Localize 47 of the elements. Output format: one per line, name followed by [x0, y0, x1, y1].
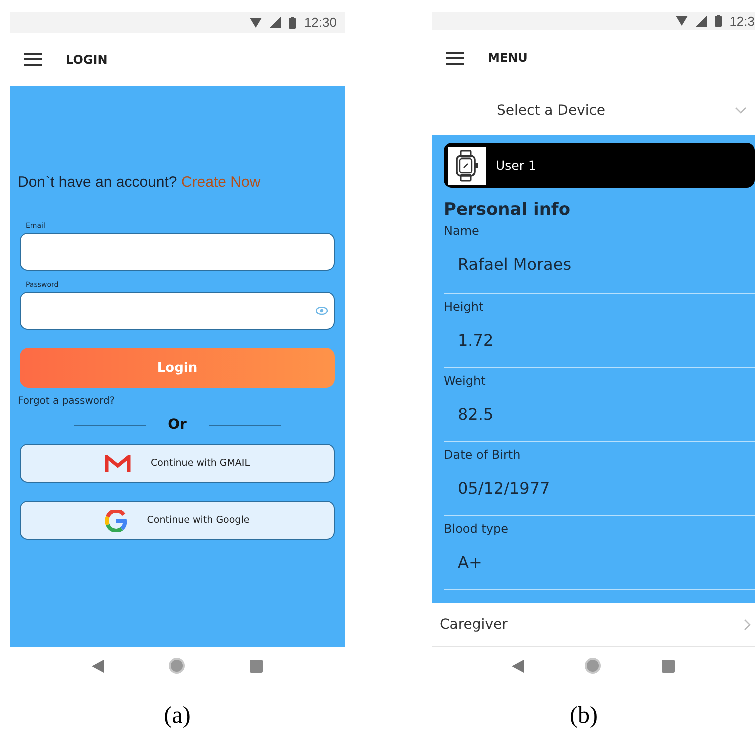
recents-icon[interactable] [662, 660, 675, 672]
app-bar-title: LOGIN [66, 52, 108, 66]
menu-icon[interactable] [446, 52, 464, 64]
device-name: User 1 [496, 158, 536, 173]
field-label: Height [444, 300, 485, 314]
email-field[interactable] [20, 233, 335, 271]
recents-icon[interactable] [250, 660, 263, 672]
chevron-right-icon [744, 618, 751, 630]
caregiver-item[interactable]: Caregiver [432, 603, 755, 647]
password-field[interactable] [20, 292, 335, 330]
figure-caption: (b) [570, 703, 598, 730]
field-label: Date of Birth [444, 448, 522, 462]
social-login-button[interactable]: Continue with Google [20, 501, 335, 540]
wifi-icon [676, 16, 688, 26]
field-label: Blood type [444, 522, 510, 536]
back-icon[interactable] [92, 660, 104, 672]
signup-prompt: Don`t have an account? Create Now [18, 174, 262, 191]
g-logo-icon [105, 510, 128, 532]
field-label: Name [444, 224, 480, 238]
field-label: Weight [444, 374, 487, 388]
social-login-button[interactable]: Continue with GMAIL [20, 444, 335, 483]
signal-icon [696, 16, 707, 26]
divider-text: Or [168, 417, 187, 433]
field-value: A+ [458, 553, 484, 572]
status-time: 12:3 [730, 14, 755, 28]
chevron-down-icon [735, 107, 747, 114]
smartwatch-icon [448, 146, 486, 184]
menu-icon[interactable] [24, 53, 42, 66]
section-title: Personal info [444, 200, 572, 220]
device-card[interactable]: User 1 [444, 143, 755, 188]
field-value: 05/12/1977 [458, 479, 552, 498]
status-time: 12:30 [304, 15, 337, 30]
wifi-icon [250, 18, 262, 28]
battery-icon [289, 16, 296, 28]
field-value: 1.72 [458, 331, 495, 350]
home-icon[interactable] [168, 658, 185, 674]
field-value: Rafael Moraes [458, 255, 573, 274]
signal-icon [270, 17, 282, 28]
back-icon[interactable] [512, 660, 524, 672]
mail-icon [104, 454, 131, 472]
app-bar-title: MENU [488, 51, 528, 65]
forgot-password-link[interactable]: Forgot a password? [18, 396, 116, 407]
home-icon[interactable] [584, 658, 601, 674]
battery-icon [714, 15, 722, 27]
field-value: 82.5 [458, 405, 495, 424]
figure-caption: (a) [164, 703, 191, 730]
device-select[interactable]: Select a Device [432, 86, 755, 135]
